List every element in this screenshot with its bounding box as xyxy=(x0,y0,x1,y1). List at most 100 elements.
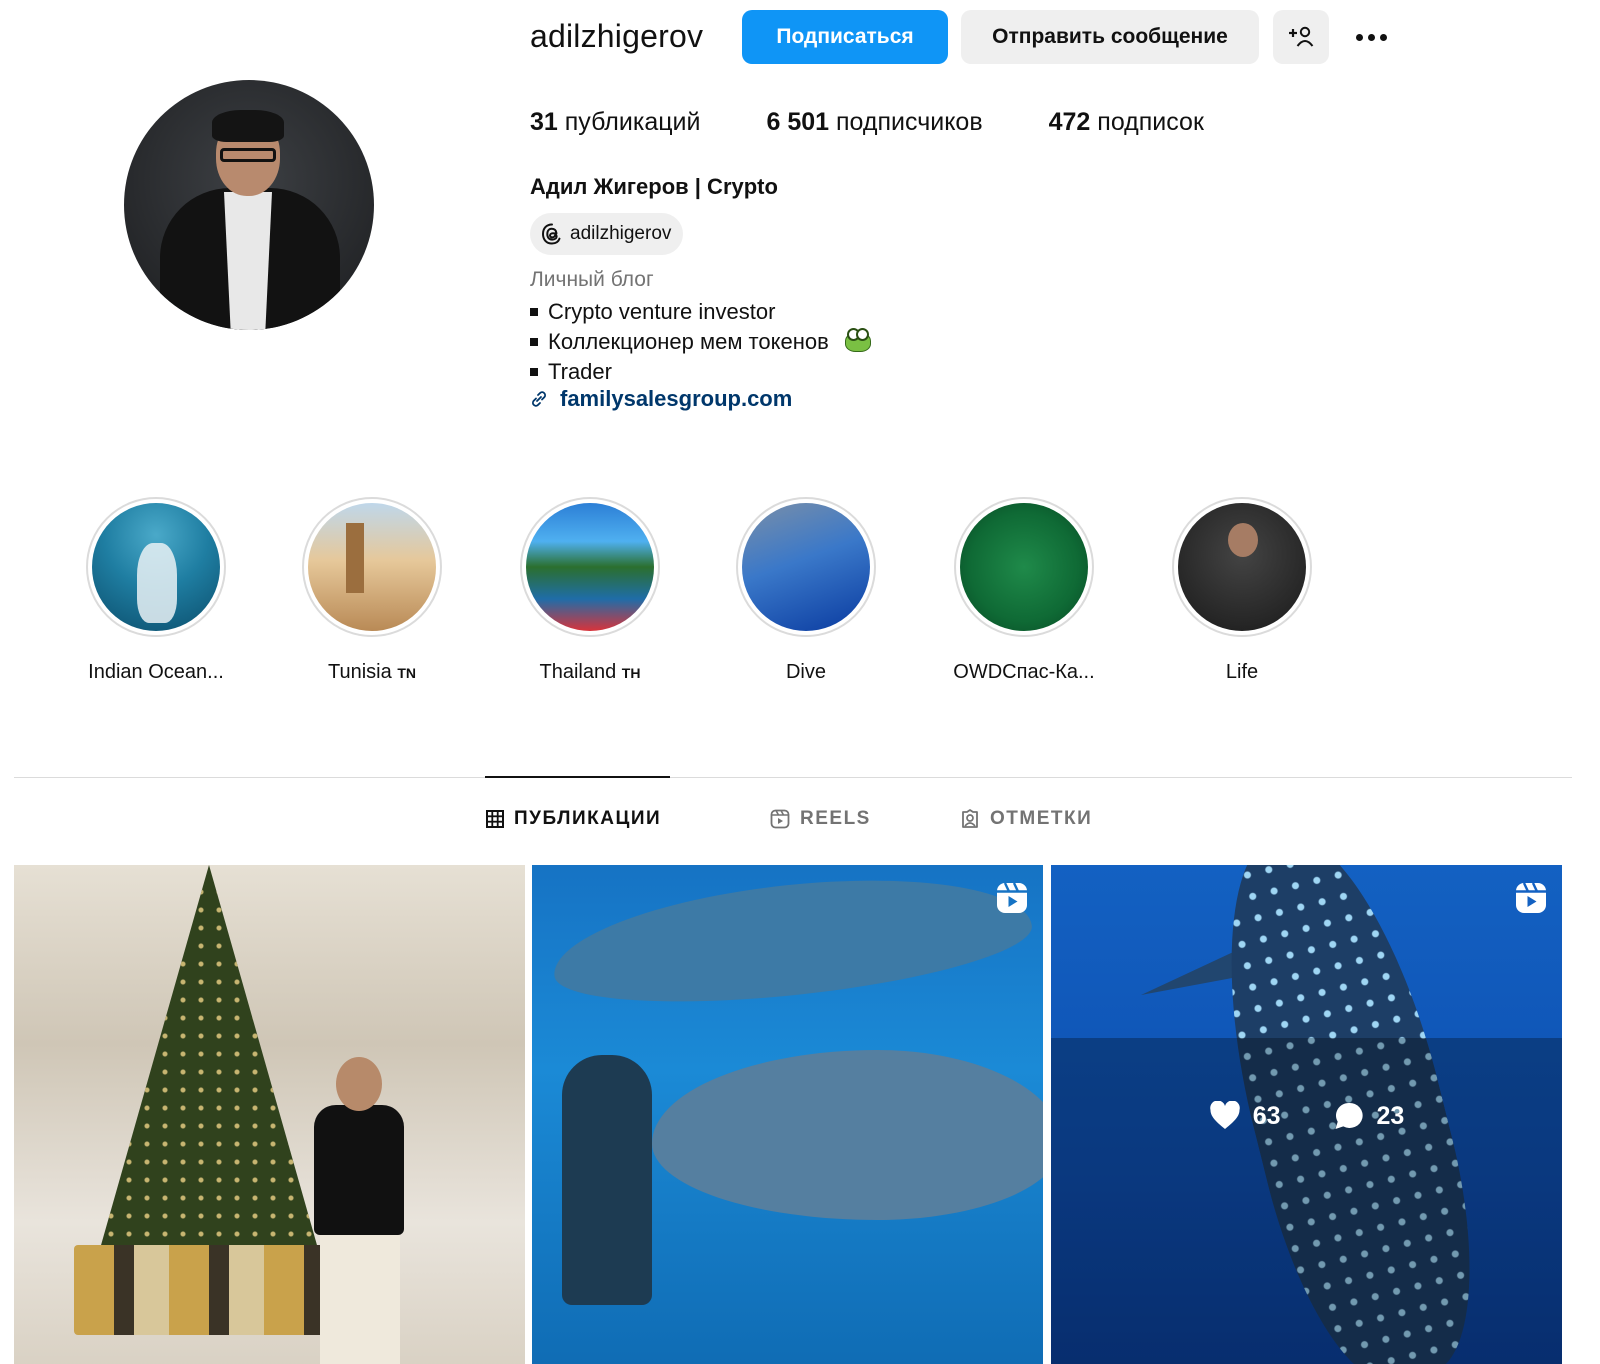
heart-icon xyxy=(1209,1101,1240,1129)
profile-website-link[interactable]: familysalesgroup.com xyxy=(528,386,792,412)
bio-line: Коллекционер мем токенов xyxy=(530,327,871,357)
threads-handle: adilzhigerov xyxy=(570,223,672,244)
tab-reels-label: REELS xyxy=(800,808,871,829)
reel-icon xyxy=(997,882,1027,913)
follow-button[interactable]: Подписаться xyxy=(742,10,948,64)
threads-badge[interactable]: adilzhigerov xyxy=(530,213,684,255)
highlight-cover xyxy=(526,503,654,631)
following-stat[interactable]: 472 подписок xyxy=(1049,108,1204,137)
highlight-label: Tunisia TN xyxy=(292,661,452,684)
dot xyxy=(1367,33,1375,41)
shark-shape xyxy=(652,1050,1043,1220)
highlight-ring xyxy=(302,497,442,637)
tabs-divider xyxy=(14,777,1572,778)
highlight-title: Life xyxy=(1225,661,1259,683)
avatar-hair xyxy=(212,110,284,142)
bio-line: Trader xyxy=(530,357,871,387)
post-engagement: 63 23 xyxy=(1051,1101,1562,1131)
profile-stats: 31 публикаций 6 501 подписчиков 472 подп… xyxy=(530,108,1270,137)
highlight-title: Tunisia xyxy=(328,661,392,683)
following-count: 472 xyxy=(1048,108,1091,136)
diver-shape xyxy=(562,1055,652,1305)
avatar-glasses xyxy=(220,148,276,162)
highlight-dive[interactable]: Dive xyxy=(726,497,886,684)
highlight-label: Thailand TH xyxy=(510,661,670,684)
highlight-life[interactable]: Life xyxy=(1162,497,1322,684)
highlight-thailand[interactable]: Thailand TH xyxy=(510,497,670,684)
bullet-square-icon xyxy=(530,308,538,316)
highlight-title: OWDСпас-Ка... xyxy=(953,661,1095,683)
dot xyxy=(1379,33,1387,41)
website-text: familysalesgroup.com xyxy=(560,386,793,411)
highlight-ring xyxy=(954,497,1094,637)
highlight-owd[interactable]: OWDСпас-Ка... xyxy=(944,497,1104,684)
highlight-cover xyxy=(92,503,220,631)
grid-icon xyxy=(486,810,504,828)
highlight-ring xyxy=(86,497,226,637)
profile-category: Личный блог xyxy=(530,268,654,291)
highlight-ring xyxy=(1172,497,1312,637)
bio-text: Trader xyxy=(548,359,612,384)
tab-reels[interactable]: REELS xyxy=(770,808,871,830)
highlight-indian-ocean[interactable]: Indian Ocean... xyxy=(76,497,236,684)
tab-posts-label: ПУБЛИКАЦИИ xyxy=(514,808,662,829)
followers-count: 6 501 xyxy=(766,108,830,136)
posts-count: 31 xyxy=(530,108,558,136)
suggest-accounts-button[interactable] xyxy=(1273,10,1329,64)
posts-stat: 31 публикаций xyxy=(530,108,700,137)
tab-posts[interactable]: ПУБЛИКАЦИИ xyxy=(486,808,661,830)
hover-overlay xyxy=(1051,1038,1562,1364)
highlight-title: Indian Ocean... xyxy=(88,661,224,683)
person-body xyxy=(314,1105,404,1235)
followers-label: подписчиков xyxy=(836,108,983,136)
highlight-label: Indian Ocean... xyxy=(76,661,236,684)
profile-username: adilzhigerov xyxy=(530,18,704,54)
bio-text: Коллекционер мем токенов xyxy=(548,329,829,354)
bio-text: Crypto venture investor xyxy=(548,299,776,324)
highlight-label: Dive xyxy=(726,661,886,684)
highlight-label: OWDСпас-Ка... xyxy=(944,661,1104,684)
dot xyxy=(1355,33,1363,41)
highlight-cover xyxy=(960,503,1088,631)
comments-stat: 23 xyxy=(1333,1101,1404,1131)
threads-icon xyxy=(541,223,561,245)
flag-code: TH xyxy=(621,665,641,681)
active-tab-indicator xyxy=(485,776,670,778)
send-message-button[interactable]: Отправить сообщение xyxy=(961,10,1259,64)
reel-icon xyxy=(1516,882,1546,913)
following-label: подписок xyxy=(1097,108,1204,136)
person-head xyxy=(336,1057,382,1111)
profile-full-name: Адил Жигеров | Crypto xyxy=(530,174,778,199)
christmas-tree xyxy=(84,865,334,1305)
more-options-button[interactable] xyxy=(1349,20,1393,54)
highlight-cover xyxy=(308,503,436,631)
add-user-icon xyxy=(1289,26,1314,47)
tab-tagged-label: ОТМЕТКИ xyxy=(990,808,1093,829)
bullet-square-icon xyxy=(530,368,538,376)
highlight-cover xyxy=(742,503,870,631)
highlight-ring xyxy=(520,497,660,637)
posts-label: публикаций xyxy=(564,108,701,136)
gift-boxes xyxy=(74,1245,344,1335)
reels-icon xyxy=(770,809,790,829)
profile-bio: Crypto venture investor Коллекционер мем… xyxy=(530,297,871,387)
bio-line: Crypto venture investor xyxy=(530,297,871,327)
comment-icon xyxy=(1335,1102,1363,1129)
frog-emoji-icon xyxy=(844,328,871,352)
tab-tagged[interactable]: ОТМЕТКИ xyxy=(960,808,1092,830)
link-icon xyxy=(532,391,546,407)
flag-code: TN xyxy=(397,665,416,681)
tagged-icon xyxy=(962,809,978,828)
highlight-ring xyxy=(736,497,876,637)
highlight-label: Life xyxy=(1162,661,1322,684)
highlight-title: Thailand xyxy=(539,661,617,683)
highlight-tunisia[interactable]: Tunisia TN xyxy=(292,497,452,684)
post-tile[interactable] xyxy=(532,865,1043,1364)
followers-stat[interactable]: 6 501 подписчиков xyxy=(766,108,982,137)
likes-count: 63 xyxy=(1252,1101,1281,1130)
avatar-shirt xyxy=(224,192,272,330)
post-tile[interactable] xyxy=(14,865,525,1364)
profile-avatar[interactable] xyxy=(124,80,374,330)
post-tile-hovered[interactable]: 63 23 xyxy=(1051,865,1562,1364)
likes-stat: 63 xyxy=(1209,1101,1281,1131)
